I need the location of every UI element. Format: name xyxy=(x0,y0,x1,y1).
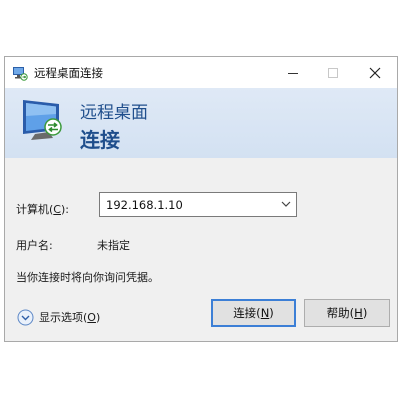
remote-desktop-monitor-icon xyxy=(19,94,69,144)
username-value: 未指定 xyxy=(97,239,130,252)
computer-value[interactable]: 192.168.1.10 xyxy=(106,198,183,212)
chevron-down-icon[interactable] xyxy=(280,198,292,210)
maximize-button[interactable] xyxy=(313,57,353,88)
close-button[interactable] xyxy=(355,57,395,88)
expand-chevron-icon[interactable] xyxy=(17,309,34,326)
window-title: 远程桌面连接 xyxy=(34,66,103,80)
banner-title-line1: 远程桌面 xyxy=(80,103,148,123)
title-bar[interactable]: 远程桌面连接 xyxy=(5,57,397,88)
minimize-button[interactable] xyxy=(273,57,313,88)
remote-desktop-icon xyxy=(12,65,28,81)
computer-label: 计算机(C): xyxy=(16,203,69,216)
header-banner: 远程桌面 连接 xyxy=(5,88,397,158)
computer-combobox[interactable]: 192.168.1.10 xyxy=(99,192,297,217)
maximize-icon xyxy=(328,67,338,78)
minimize-icon xyxy=(288,72,298,74)
close-icon xyxy=(369,67,381,78)
connect-button[interactable]: 连接(N) xyxy=(211,299,296,327)
show-options-label[interactable]: 显示选项(O) xyxy=(39,309,100,325)
banner-title-line2: 连接 xyxy=(80,128,120,152)
help-button[interactable]: 帮助(H) xyxy=(304,299,390,327)
show-options-toggle[interactable]: 显示选项(O) xyxy=(17,307,100,327)
credentials-notice: 当你连接时将向你询问凭据。 xyxy=(16,271,159,284)
username-label: 用户名: xyxy=(16,239,53,252)
rdp-window: 远程桌面连接 远程桌面 连接 计算机(C): 192.168.1.10 用户名:… xyxy=(4,56,398,342)
